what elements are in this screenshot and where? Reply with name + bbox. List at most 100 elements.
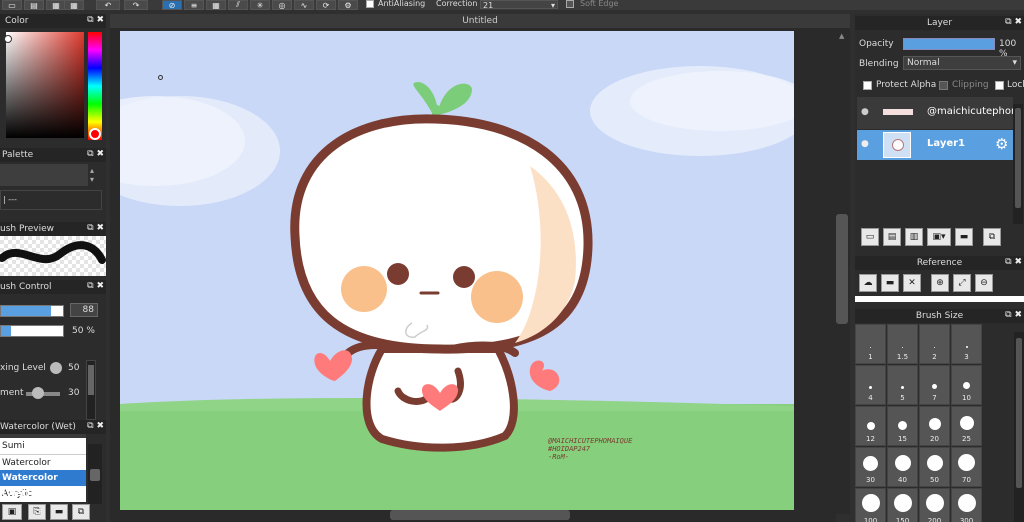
mixing-level-knob[interactable]	[50, 362, 62, 374]
add-brush-icon[interactable]: ▣	[2, 504, 22, 520]
new-layer-1bit-icon[interactable]: ▥	[905, 228, 923, 246]
brush-list: Sumi Watercolor Watercolor (Wet)⚙ Acryli…	[0, 434, 86, 514]
drawing-canvas[interactable]: @MAICHICUTEPHOMAIQUE #HOIDAP247 -RoM-	[120, 31, 794, 510]
open-folder-icon[interactable]: ▬	[881, 274, 899, 292]
brush-list-scrollbar[interactable]	[88, 444, 102, 512]
copy-brush-icon[interactable]: ⎘	[28, 504, 46, 520]
lock-checkbox[interactable]	[995, 81, 1004, 90]
duplicate-icon[interactable]: ⧉	[72, 504, 90, 520]
scroll-up-icon[interactable]: ▲	[839, 32, 844, 40]
brush-size-cell[interactable]: 7	[919, 365, 950, 405]
brush-item-watercolor[interactable]: Watercolor	[0, 454, 86, 470]
hue-slider[interactable]	[88, 32, 102, 140]
undo-icon[interactable]: ↶	[96, 0, 120, 10]
brush-size-cell[interactable]: 40	[887, 447, 918, 487]
antialias-toggle-icon[interactable]: ⊘	[162, 0, 182, 10]
protect-alpha-checkbox[interactable]	[863, 81, 872, 90]
brush-size-slider[interactable]	[0, 305, 64, 317]
brush-size-cell[interactable]: 4	[855, 365, 886, 405]
canvas-vertical-scrollbar[interactable]	[836, 44, 848, 508]
gear-icon[interactable]: ⚙	[76, 486, 84, 502]
layer-list-scrollbar[interactable]	[1013, 104, 1023, 224]
layer-row-0[interactable]: ● @maichicutephom	[857, 97, 1021, 129]
brush-size-cell[interactable]: 200	[919, 488, 950, 522]
brush-size-cell[interactable]: 300	[951, 488, 982, 522]
hatch-icon[interactable]: ≡	[184, 0, 204, 10]
eye-icon[interactable]: ●	[861, 139, 869, 149]
zoom-in-icon[interactable]: ⊕	[931, 274, 949, 292]
brush-size-cell[interactable]: 15	[887, 406, 918, 446]
brush-size-label: 20	[930, 435, 939, 443]
new-file-icon[interactable]: ▭	[2, 0, 22, 10]
folder-icon[interactable]: ▬	[955, 228, 973, 246]
brush-size-cell[interactable]: 12	[855, 406, 886, 446]
palette-scroll-icon[interactable]: ▴ ▾	[90, 166, 94, 184]
brush-size-scrollbar[interactable]	[1014, 332, 1024, 522]
brush-control-scrollbar[interactable]	[86, 360, 96, 420]
folder-icon[interactable]: ▬	[50, 504, 68, 520]
layer-opacity-slider[interactable]	[903, 38, 995, 50]
print-icon[interactable]: ▦	[46, 0, 66, 10]
brush-size-cell[interactable]: 1	[855, 324, 886, 364]
clipping-checkbox[interactable]	[939, 81, 948, 90]
parallel-icon[interactable]: ⫽	[228, 0, 248, 10]
brush-item-sumi[interactable]: Sumi	[0, 438, 86, 454]
soft-edge-checkbox[interactable]	[566, 0, 574, 8]
panel-controls-icon[interactable]: ⧉ ✖	[1005, 310, 1022, 320]
palette-swatch-area[interactable]	[0, 164, 88, 186]
brush-size-cell[interactable]: 2	[919, 324, 950, 364]
brush-size-value[interactable]: 88	[70, 303, 98, 317]
brush-size-cell[interactable]: 10	[951, 365, 982, 405]
layer-row-1[interactable]: ● Layer1 ⚙	[857, 130, 1013, 160]
new-layer-icon[interactable]: ▭	[861, 228, 879, 246]
brush-size-cell[interactable]: 30	[855, 447, 886, 487]
panel-controls-icon[interactable]: ⧉ ✖	[87, 15, 104, 25]
close-icon[interactable]: ✕	[903, 274, 921, 292]
zoom-out-icon[interactable]: ⊖	[975, 274, 993, 292]
panel-controls-icon[interactable]: ⧉ ✖	[1005, 17, 1022, 27]
brush-size-cell[interactable]: 100	[855, 488, 886, 522]
correction-select[interactable]: 21 ▾	[480, 0, 558, 10]
palette-row[interactable]: | ---	[0, 190, 102, 210]
brush-size-dot	[932, 384, 937, 389]
save-icon[interactable]: ▤	[24, 0, 44, 10]
color-picker-cursor[interactable]	[4, 35, 12, 43]
concentric-icon[interactable]: ◎	[272, 0, 292, 10]
brush-item-watercolor-wet[interactable]: Watercolor (Wet) ⚙	[0, 470, 86, 499]
panel-controls-icon[interactable]: ⧉ ✖	[87, 149, 104, 159]
antialias-checkbox[interactable]	[366, 0, 374, 8]
upload-icon[interactable]: ☁	[859, 274, 877, 292]
transform-icon[interactable]: ⟳	[316, 0, 336, 10]
radial-icon[interactable]: ✳	[250, 0, 270, 10]
blend-knob[interactable]	[32, 387, 44, 399]
duplicate-icon[interactable]: ⧉	[983, 228, 1001, 246]
grid-icon[interactable]: ▦	[64, 0, 84, 10]
fit-icon[interactable]: ⤢	[953, 274, 971, 292]
current-color-swatch[interactable]	[89, 128, 101, 140]
document-tab[interactable]: Untitled	[110, 14, 850, 28]
new-layer-halftone-icon[interactable]: ▤	[883, 228, 901, 246]
add-layer-menu-icon[interactable]: ▣▾	[927, 228, 951, 246]
gear-icon[interactable]: ⚙	[995, 135, 1008, 153]
brush-size-cell[interactable]: 20	[919, 406, 950, 446]
grid-snap-icon[interactable]: ▦	[206, 0, 226, 10]
brush-size-cell[interactable]: 5	[887, 365, 918, 405]
redo-icon[interactable]: ↷	[124, 0, 148, 10]
panel-controls-icon[interactable]: ⧉ ✖	[1005, 257, 1022, 267]
panel-controls-icon[interactable]: ⧉ ✖	[87, 421, 104, 431]
curve-icon[interactable]: ∿	[294, 0, 314, 10]
brush-size-cell[interactable]: 150	[887, 488, 918, 522]
panel-controls-icon[interactable]: ⧉ ✖	[87, 223, 104, 233]
canvas-horizontal-scrollbar[interactable]	[110, 510, 836, 522]
brush-size-cell[interactable]: 1.5	[887, 324, 918, 364]
panel-controls-icon[interactable]: ⧉ ✖	[87, 281, 104, 291]
brush-size-cell[interactable]: 3	[951, 324, 982, 364]
brush-size-cell[interactable]: 50	[919, 447, 950, 487]
blending-select[interactable]: Normal ▾	[903, 56, 1021, 70]
settings-icon[interactable]: ⚙	[338, 0, 358, 10]
eye-icon[interactable]: ●	[861, 107, 869, 117]
brush-opacity-slider[interactable]	[0, 325, 64, 337]
brush-size-cell[interactable]: 25	[951, 406, 982, 446]
color-saturation-picker[interactable]	[6, 32, 84, 138]
brush-size-cell[interactable]: 70	[951, 447, 982, 487]
